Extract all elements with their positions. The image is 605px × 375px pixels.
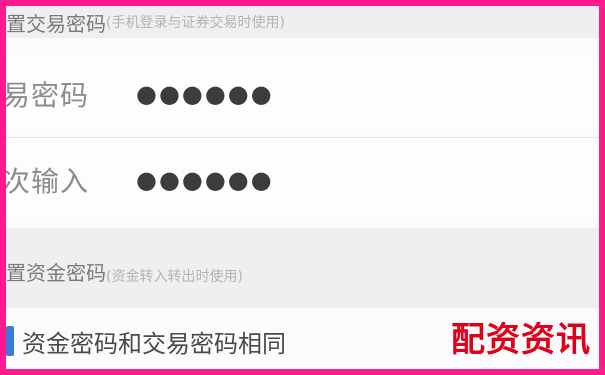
section-title: 置资金密码 [6,261,106,285]
watermark-logo: 配资资讯 [451,320,591,360]
checkbox-icon[interactable] [6,326,14,356]
fund-password-section-header: 置资金密码 (资金转入转出时使用) [6,228,599,308]
section-hint: (手机登录与证券交易时使用) [106,15,285,31]
trade-password-field[interactable]: 易密码 ●●●●●● [6,54,599,134]
confirm-password-input[interactable]: ●●●●●● [136,166,274,194]
screen-frame: 置交易密码 (手机登录与证券交易时使用) 易密码 ●●●●●● 次输入 ●●●●… [0,0,605,375]
section-title: 置交易密码 [6,11,106,36]
trade-password-label: 易密码 [2,79,90,112]
trade-password-section-header: 置交易密码 (手机登录与证券交易时使用) [6,6,599,38]
trade-password-input[interactable]: ●●●●●● [136,80,274,108]
confirm-password-label: 次输入 [2,165,90,198]
section-hint: (资金转入转出时使用) [106,269,243,285]
confirm-password-field[interactable]: 次输入 ●●●●●● [6,138,599,222]
same-password-label: 资金密码和交易密码相同 [22,329,286,358]
